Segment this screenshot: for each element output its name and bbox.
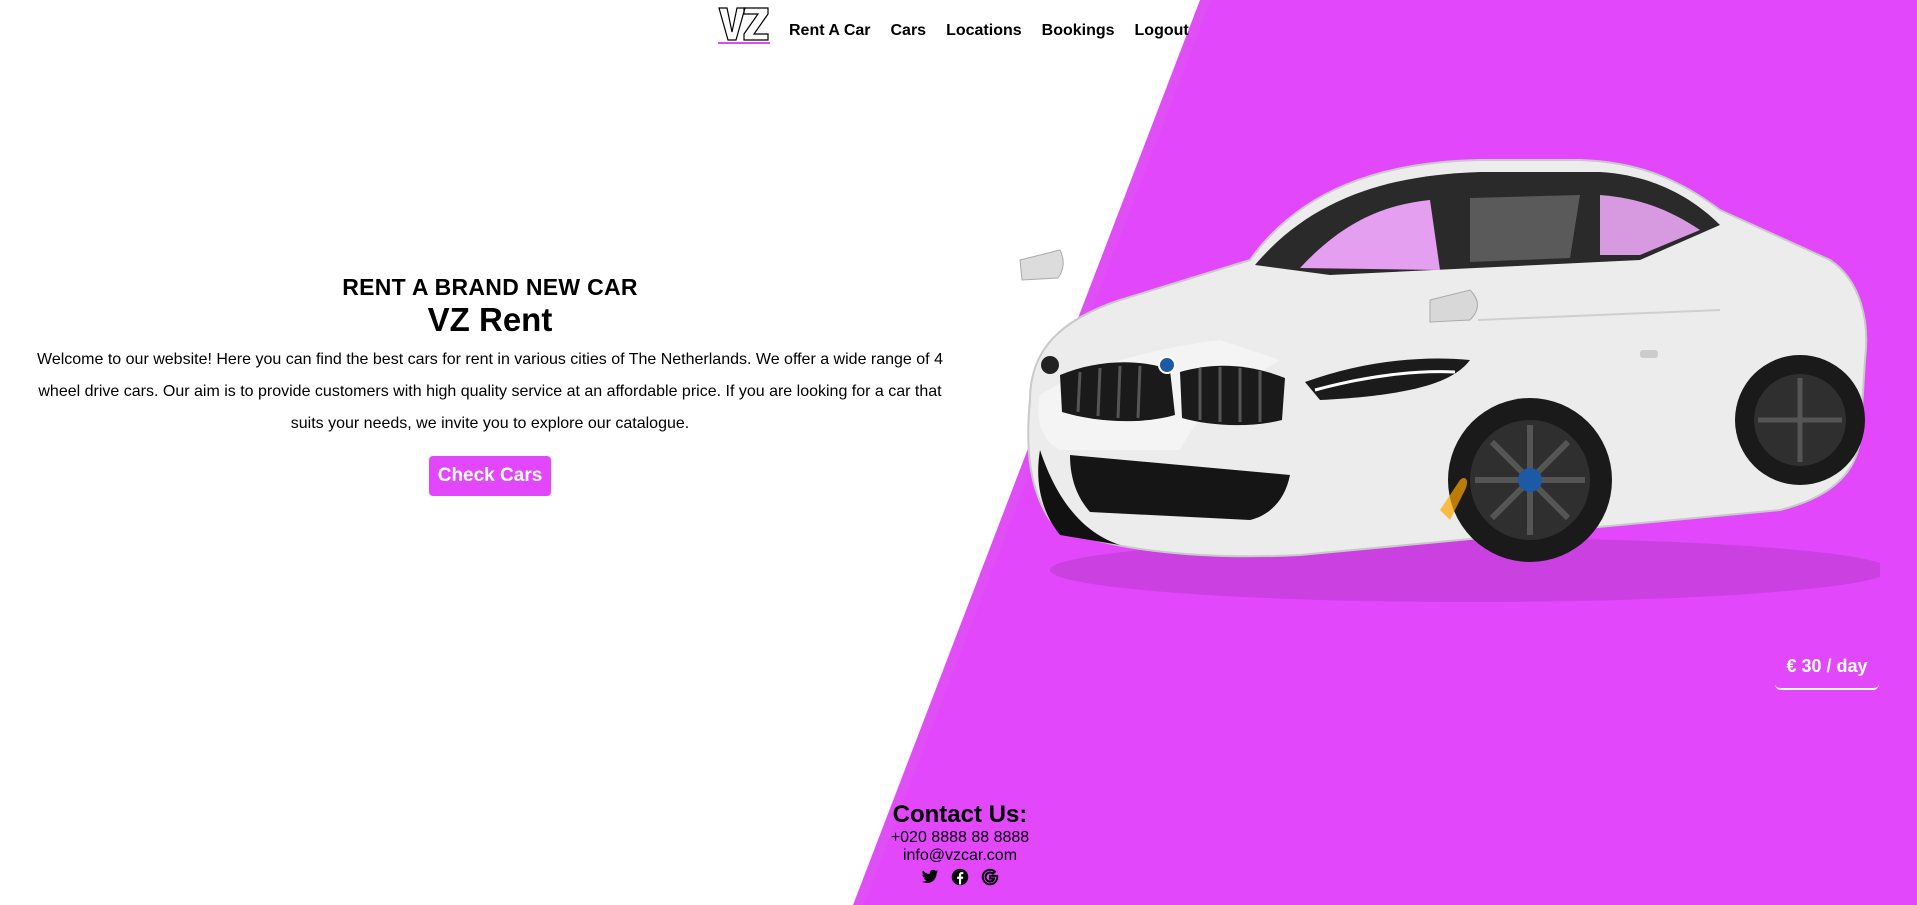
- social-links: [860, 868, 1060, 886]
- nav-cars[interactable]: Cars: [891, 22, 927, 40]
- car-image: [1000, 150, 1890, 610]
- contact-section: Contact Us: +020 8888 88 8888 info@vzcar…: [860, 801, 1060, 886]
- price-tag: € 30 / day: [1775, 652, 1879, 690]
- hero-description: Welcome to our website! Here you can fin…: [37, 351, 943, 432]
- facebook-icon[interactable]: [951, 868, 969, 886]
- vz-logo-icon: [718, 7, 769, 41]
- hero-title: VZ Rent: [427, 301, 553, 338]
- contact-phone: +020 8888 88 8888: [890, 829, 1030, 846]
- nav-logout[interactable]: Logout: [1135, 22, 1189, 40]
- nav-rent-a-car[interactable]: Rent A Car: [789, 22, 871, 40]
- navbar: Rent A Car Cars Locations Bookings Logou…: [718, 6, 1209, 56]
- logo[interactable]: [718, 6, 770, 44]
- logo-underline: [718, 42, 770, 44]
- contact-title: Contact Us:: [892, 801, 1028, 828]
- nav-bookings[interactable]: Bookings: [1042, 22, 1115, 40]
- nav-links: Rent A Car Cars Locations Bookings Logou…: [789, 22, 1209, 40]
- hero-section: RENT A BRAND NEW CAR VZ Rent Welcome to …: [30, 272, 950, 496]
- nav-locations[interactable]: Locations: [946, 22, 1022, 40]
- google-icon[interactable]: [981, 868, 999, 886]
- contact-email: info@vzcar.com: [902, 847, 1018, 864]
- check-cars-button[interactable]: Check Cars: [428, 456, 552, 496]
- twitter-icon[interactable]: [921, 868, 939, 886]
- hero-subtitle: RENT A BRAND NEW CAR: [342, 274, 638, 300]
